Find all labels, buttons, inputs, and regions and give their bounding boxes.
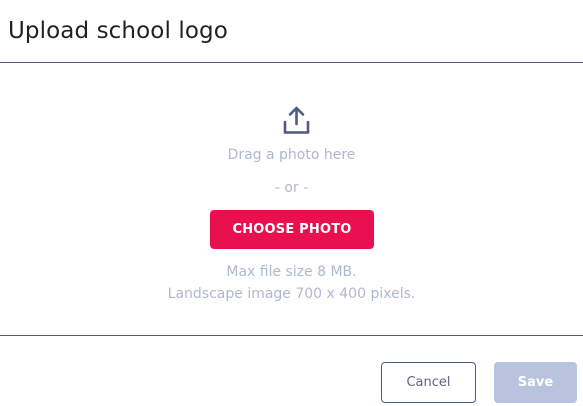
- or-separator: - or -: [274, 180, 309, 196]
- save-button[interactable]: Save: [494, 362, 577, 403]
- choose-photo-button[interactable]: CHOOSE PHOTO: [210, 210, 374, 249]
- upload-logo-dialog: Upload school logo Drag a photo here - o…: [0, 0, 583, 406]
- upload-icon: [283, 106, 310, 134]
- cancel-button[interactable]: Cancel: [381, 362, 476, 403]
- max-file-size-hint: Max file size 8 MB.: [226, 264, 357, 280]
- image-dimensions-hint: Landscape image 700 x 400 pixels.: [167, 286, 416, 302]
- dialog-title: Upload school logo: [8, 18, 228, 44]
- drag-photo-text: Drag a photo here: [227, 147, 356, 163]
- upload-dropzone[interactable]: Drag a photo here - or - CHOOSE PHOTO Ma…: [0, 64, 583, 336]
- dialog-footer: Cancel Save: [0, 337, 583, 406]
- dialog-header: Upload school logo: [0, 0, 583, 63]
